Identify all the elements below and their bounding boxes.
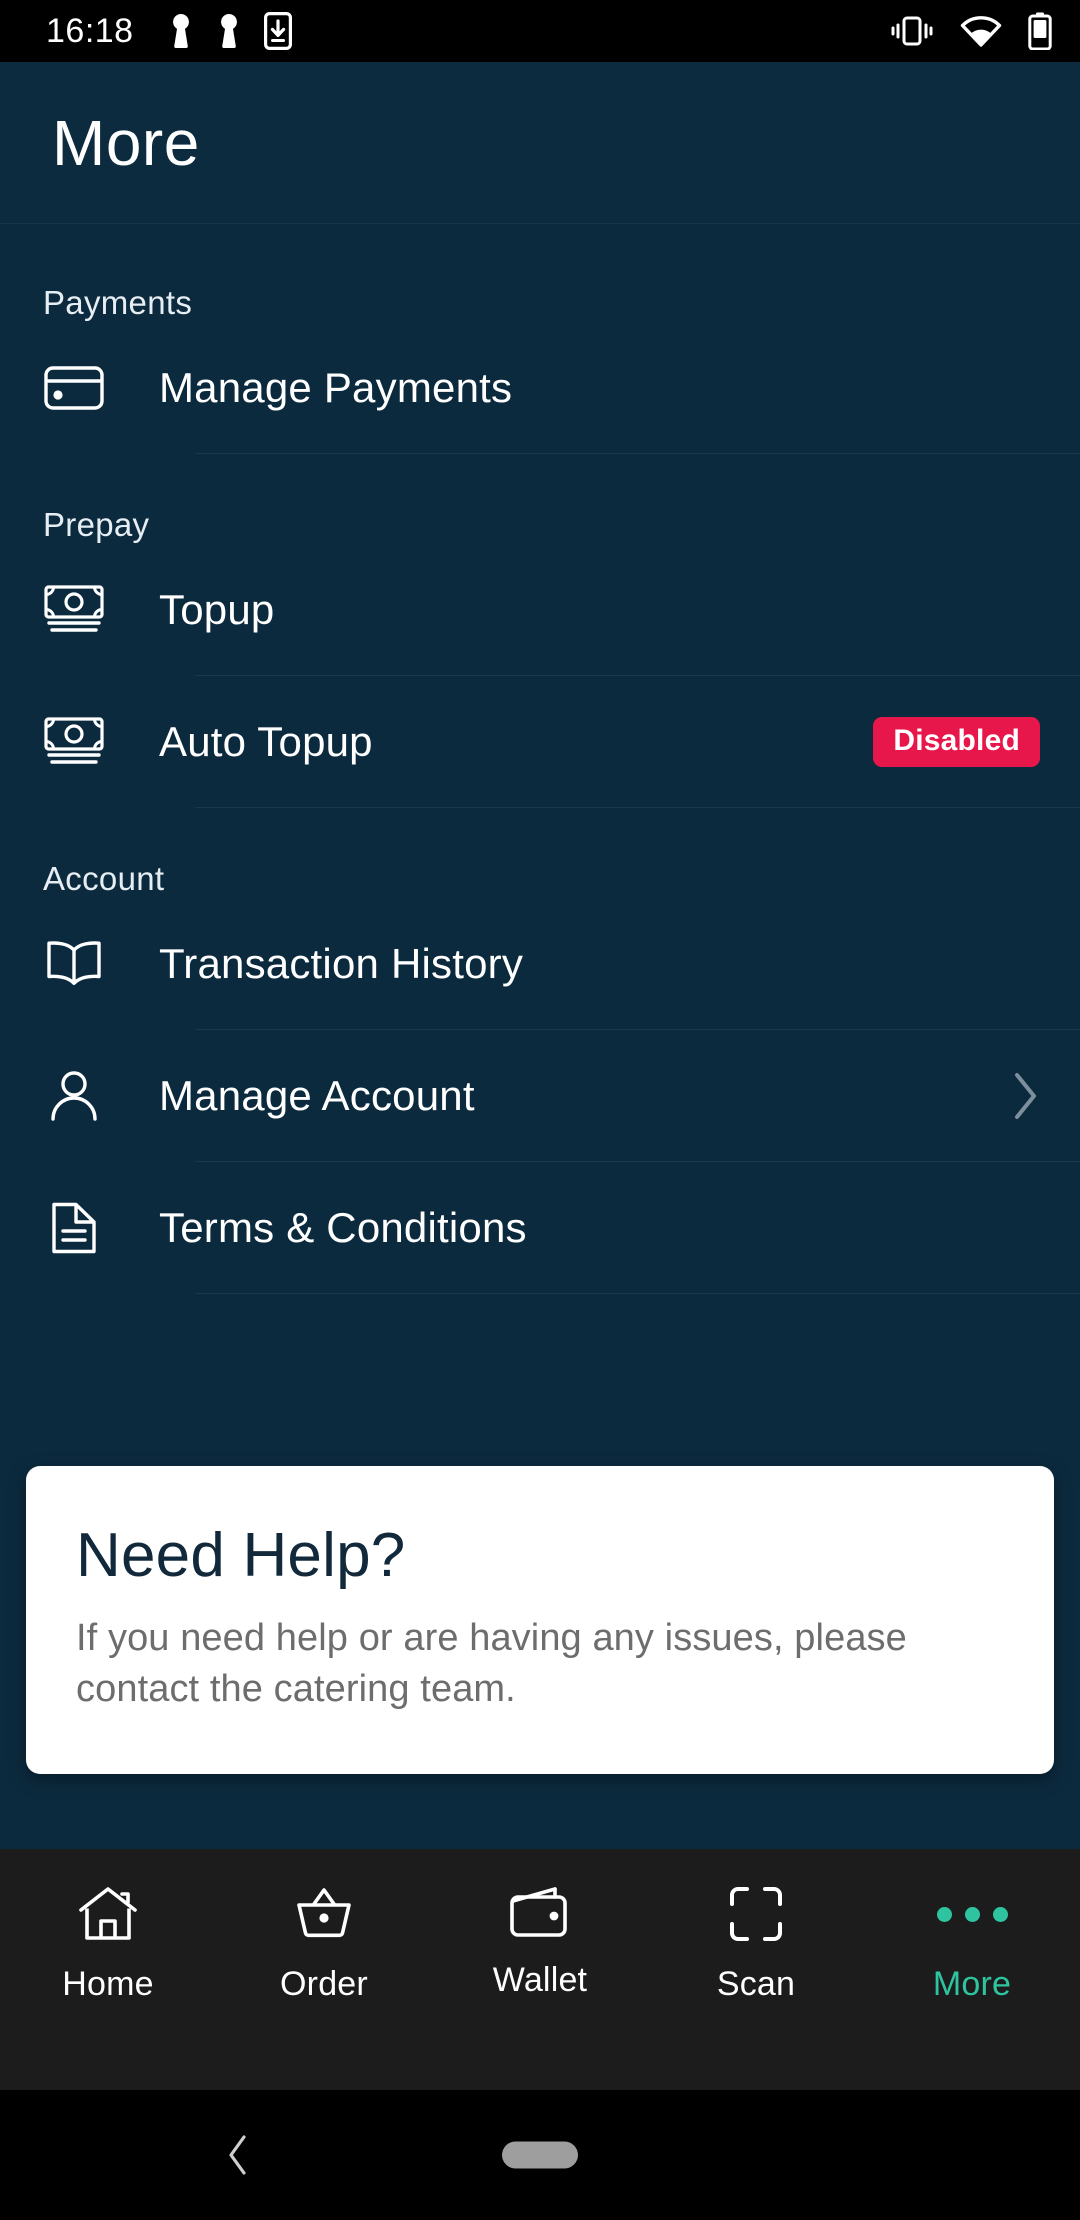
nav-tab-label: Home (62, 1965, 154, 2003)
menu-item-label: Auto Topup (159, 718, 373, 765)
basket-icon (295, 1885, 353, 1943)
status-bar-system-icons (890, 12, 1052, 50)
scan-icon (728, 1885, 784, 1943)
menu-item-label: Terms & Conditions (159, 1204, 527, 1251)
status-bar-clock: 16:18 (46, 11, 134, 50)
status-badge: Disabled (873, 717, 1040, 767)
credit-card-icon (43, 364, 105, 412)
document-icon (43, 1200, 105, 1256)
nav-tab-label: Wallet (492, 1961, 588, 1999)
home-icon (77, 1885, 139, 1943)
nav-tab-label: More (932, 1965, 1012, 2003)
page-title: More (52, 106, 200, 179)
section-header-payments: Payments (43, 284, 193, 321)
android-gesture-bar (0, 2090, 1080, 2220)
row-trailing: Disabled (873, 717, 1040, 767)
menu-item-label: Transaction History (159, 940, 524, 987)
open-book-icon (43, 939, 105, 989)
nav-tab-scan[interactable]: Scan (648, 1885, 864, 2004)
nav-tab-home[interactable]: Home (0, 1885, 216, 2004)
vibrate-icon (890, 15, 934, 47)
settings-list: Payments Manage Payments Prepay Topup Au… (0, 224, 1080, 1448)
help-card-title: Need Help? (76, 1521, 406, 1590)
wifi-icon (960, 15, 1002, 47)
banknotes-icon (43, 716, 105, 768)
download-to-phone-icon (263, 12, 292, 50)
menu-item-label: Manage Account (159, 1072, 475, 1119)
bottom-navigation-bar: Home Order Wallet Scan More (0, 1849, 1080, 2090)
wallet-icon (509, 1885, 571, 1939)
battery-icon (1028, 12, 1052, 50)
nav-tab-label: Scan (716, 1965, 796, 2003)
nav-tab-order[interactable]: Order (216, 1885, 432, 2004)
section-header-account: Account (43, 860, 165, 897)
app-header: More (0, 62, 1080, 224)
menu-item-manage-account[interactable]: Manage Account (0, 1030, 1080, 1162)
menu-item-label: Topup (159, 586, 275, 633)
menu-item-manage-payments[interactable]: Manage Payments (0, 322, 1080, 454)
back-chevron-icon[interactable] (225, 2133, 251, 2177)
nav-tab-label: Order (280, 1965, 368, 2003)
row-divider (195, 1293, 1080, 1294)
row-divider (195, 807, 1080, 808)
help-card-container: Need Help? If you need help or are havin… (0, 1466, 1080, 1775)
nav-tab-more[interactable]: More (864, 1885, 1080, 2004)
more-dots-icon (936, 1885, 1008, 1943)
nav-tab-wallet[interactable]: Wallet (432, 1885, 648, 2000)
vpn-key-icon (168, 13, 194, 49)
phone-screen: 16:18 More Payments Manage Payments Prep… (0, 0, 1080, 2220)
help-card-body: If you need help or are having any issue… (76, 1617, 907, 1710)
section-header-prepay: Prepay (43, 506, 150, 543)
row-divider (195, 453, 1080, 454)
need-help-card[interactable]: Need Help? If you need help or are havin… (26, 1466, 1054, 1775)
banknotes-icon (43, 584, 105, 636)
menu-item-topup[interactable]: Topup (0, 544, 1080, 676)
menu-item-label: Manage Payments (159, 364, 513, 411)
vpn-key-icon (216, 13, 242, 49)
status-bar: 16:18 (0, 0, 1080, 62)
person-icon (43, 1069, 105, 1123)
home-pill-indicator[interactable] (502, 2141, 578, 2169)
chevron-right-icon (1010, 1070, 1040, 1122)
menu-item-terms-conditions[interactable]: Terms & Conditions (0, 1162, 1080, 1294)
menu-item-transaction-history[interactable]: Transaction History (0, 898, 1080, 1030)
status-bar-notification-icons (168, 12, 292, 50)
menu-item-auto-topup[interactable]: Auto Topup Disabled (0, 676, 1080, 808)
